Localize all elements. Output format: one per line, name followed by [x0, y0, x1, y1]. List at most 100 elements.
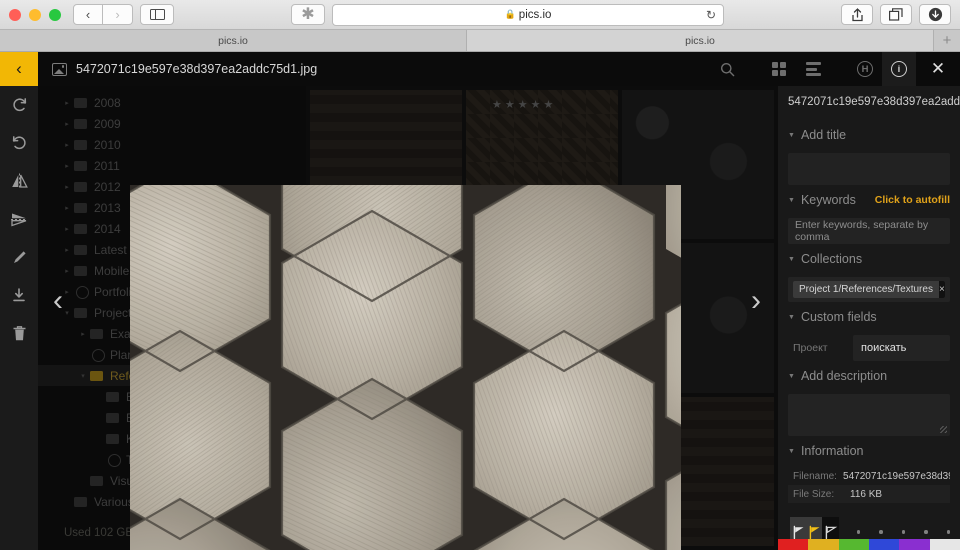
folder-icon [106, 433, 119, 444]
rating-dot-2[interactable] [879, 530, 883, 534]
color-swatch-6[interactable] [929, 539, 960, 550]
tree-node-2008[interactable]: ▸ 2008 [38, 92, 306, 113]
keywords-section-header[interactable]: ▼ Keywords Click to autofill [788, 189, 950, 211]
app-body: ▸ 2008 ▸ 2009 ▸ 2010 ▸ 2011 ▸ 2012 ▸ 2013 ▸ 2014 ▸ Late… [0, 52, 960, 550]
custom-field-label: Проект [793, 342, 828, 354]
expand-arrow-right-icon[interactable]: ▸ [60, 99, 74, 107]
close-viewer-button[interactable]: ✕ [916, 52, 960, 86]
back-button[interactable]: ‹ [73, 4, 103, 25]
address-bar[interactable]: 🔒 pics.io ↻ [332, 3, 724, 26]
browser-tab-1[interactable]: pics.io [0, 30, 467, 51]
share-button[interactable] [841, 4, 873, 25]
expand-arrow-down-icon[interactable]: ▾ [76, 372, 90, 380]
custom-field-input[interactable]: поискать [853, 335, 950, 361]
collapse-back-button[interactable]: ‹ [0, 52, 38, 86]
collections-section-header[interactable]: ▼ Collections [788, 248, 950, 270]
expand-arrow-right-icon[interactable]: ▸ [60, 162, 74, 170]
reload-icon[interactable]: ↻ [706, 8, 716, 22]
description-textarea[interactable] [788, 394, 950, 436]
chevron-down-icon: ▼ [788, 447, 795, 455]
expand-arrow-right-icon[interactable]: ▸ [60, 267, 74, 275]
folder-icon [106, 391, 119, 402]
information-section-header[interactable]: ▼ Information [788, 440, 950, 462]
maximize-window-button[interactable] [49, 8, 61, 21]
search-button[interactable] [710, 52, 744, 86]
tree-node-label: 2011 [94, 158, 120, 173]
expand-arrow-right-icon[interactable]: ▸ [60, 183, 74, 191]
title-section-header[interactable]: ▼ Add title [788, 124, 950, 146]
expand-arrow-right-icon[interactable]: ▸ [60, 141, 74, 149]
tree-node-label: 2009 [94, 116, 121, 131]
browser-tab-2-label: pics.io [685, 34, 715, 47]
color-swatch-1[interactable] [778, 539, 809, 550]
rotate-cw-button[interactable] [0, 86, 38, 124]
safari-window: ‹ › ✱ 🔒 pics.io ↻ pics.io pics.io + ▸ 20… [0, 0, 960, 550]
collection-chip[interactable]: Project 1/References/Textures × [793, 281, 945, 298]
rotate-cw-icon [12, 97, 26, 111]
info-value: 5472071c19e597e38d397e [843, 470, 950, 482]
expand-arrow-right-icon[interactable]: ▸ [76, 330, 90, 338]
page-title: 5472071c19e597e38d397ea2addc75d1.jpg [76, 62, 318, 76]
rotate-ccw-button[interactable] [0, 124, 38, 162]
rating-dot-3[interactable] [901, 530, 906, 534]
folder-icon [74, 496, 87, 507]
new-tab-button[interactable]: + [934, 30, 960, 51]
minimize-window-button[interactable] [29, 8, 41, 21]
expand-arrow-right-icon[interactable]: ▸ [60, 246, 74, 254]
color-swatch-4[interactable] [868, 539, 900, 550]
keywords-input[interactable]: Enter keywords, separate by comma [788, 218, 950, 244]
download-button[interactable] [0, 276, 38, 314]
tab-overview-icon [889, 8, 903, 21]
color-swatch-2[interactable] [808, 539, 839, 550]
delete-trash-button[interactable] [0, 314, 38, 352]
main-image-preview[interactable] [130, 185, 681, 550]
browser-tab-bar: pics.io pics.io + [0, 30, 960, 52]
edit-pencil-icon [13, 250, 26, 263]
next-image-button[interactable]: › [742, 284, 770, 318]
color-swatch-3[interactable] [838, 539, 869, 550]
folder-icon [74, 244, 87, 255]
edit-pencil-button[interactable] [0, 238, 38, 276]
keywords-autofill-link[interactable]: Click to autofill [875, 194, 950, 206]
tree-node-2011[interactable]: ▸ 2011 [38, 155, 306, 176]
rating-dot-1[interactable] [856, 530, 861, 534]
tree-node-2010[interactable]: ▸ 2010 [38, 134, 306, 155]
title-input[interactable] [788, 153, 950, 185]
rating-dot-5[interactable] [946, 530, 951, 534]
previous-image-button[interactable]: ‹ [44, 284, 72, 318]
tab-overview-button[interactable] [880, 4, 912, 25]
lock-icon: 🔒 [504, 9, 516, 19]
rating-dots[interactable] [856, 530, 951, 534]
expand-arrow-right-icon[interactable]: ▸ [60, 225, 74, 233]
forward-button[interactable]: › [103, 4, 133, 25]
info-row-filename: Filename: 5472071c19e597e38d397e [788, 467, 950, 485]
grid-view-button[interactable] [762, 52, 796, 86]
collection-chip-remove-button[interactable]: × [938, 281, 945, 298]
custom-fields-section-header[interactable]: ▼ Custom fields [788, 306, 950, 328]
close-window-button[interactable] [9, 8, 21, 21]
share-icon [851, 7, 863, 21]
keywords-section-label: Keywords [800, 193, 856, 207]
tree-node-2009[interactable]: ▸ 2009 [38, 113, 306, 134]
thumbnail-rating-stars[interactable]: ★★★★★ [492, 98, 556, 111]
title-section-label: Add title [800, 128, 847, 142]
description-section-header[interactable]: ▼ Add description [788, 365, 950, 387]
browser-tab-2[interactable]: pics.io [467, 30, 934, 51]
color-swatch-5[interactable] [899, 539, 930, 550]
flip-vertical-button[interactable] [0, 200, 38, 238]
rating-dot-4[interactable] [924, 530, 928, 534]
asterisk-icon[interactable]: ✱ [291, 4, 325, 25]
info-panel-button[interactable]: i [882, 52, 916, 86]
list-view-button[interactable] [796, 52, 830, 86]
flip-horizontal-button[interactable] [0, 162, 38, 200]
information-section: ▼ Information Filename: 5472071c19e597e3… [778, 440, 960, 503]
expand-arrow-right-icon[interactable]: ▸ [60, 204, 74, 212]
color-label-swatches[interactable] [778, 539, 960, 550]
expand-arrow-right-icon[interactable]: ▸ [60, 120, 74, 128]
download-button[interactable] [919, 4, 951, 25]
folder-icon [74, 118, 87, 129]
history-button[interactable]: H [848, 52, 882, 86]
sidebar-toggle-button[interactable] [140, 4, 174, 25]
folder-globe-icon [106, 453, 121, 467]
folder-icon [74, 307, 87, 318]
